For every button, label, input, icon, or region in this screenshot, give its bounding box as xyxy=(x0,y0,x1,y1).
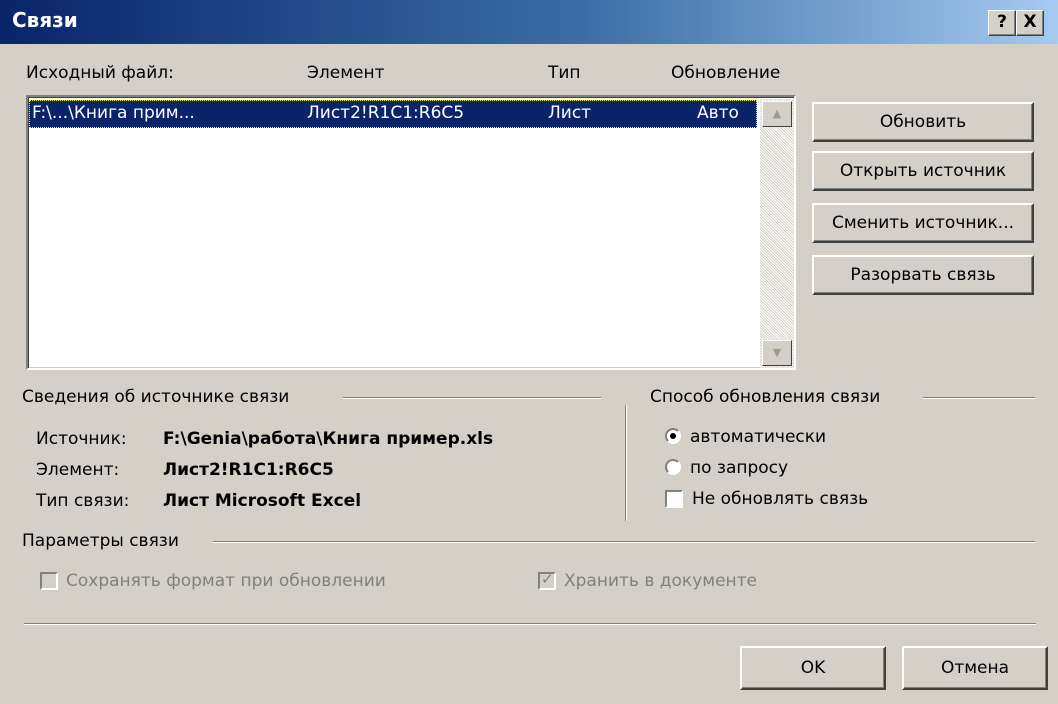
vertical-divider xyxy=(625,405,627,521)
scroll-up-icon[interactable]: ▲ xyxy=(762,101,792,127)
bottom-divider xyxy=(24,623,1036,625)
radio-manual-label[interactable]: по запросу xyxy=(690,458,788,478)
cancel-button[interactable]: Отмена xyxy=(902,646,1048,690)
preserve-format-label: Сохранять формат при обновлении xyxy=(66,571,386,591)
link-type-value: Лист Microsoft Excel xyxy=(163,491,362,511)
break-link-button[interactable]: Разорвать связь xyxy=(812,255,1034,295)
locked-checkbox[interactable] xyxy=(665,490,683,508)
open-source-button[interactable]: Открыть источник xyxy=(812,151,1034,191)
store-in-doc-checkbox[interactable]: ✓ xyxy=(538,570,556,590)
store-in-doc-label: Хранить в документе xyxy=(564,571,758,591)
element-label: Элемент: xyxy=(36,460,120,480)
radio-auto-label[interactable]: автоматически xyxy=(690,427,826,447)
ok-button[interactable]: OK xyxy=(740,646,886,690)
row-type: Лист xyxy=(548,103,592,123)
column-header-type: Тип xyxy=(548,63,581,83)
close-button[interactable]: X xyxy=(1016,10,1044,36)
title-bar xyxy=(0,0,1058,44)
locked-checkbox-label[interactable]: Не обновлять связь xyxy=(692,489,868,509)
checkmark-icon: ✓ xyxy=(541,570,554,588)
source-label: Источник: xyxy=(36,429,127,449)
links-list[interactable] xyxy=(26,95,796,370)
row-update: Авто xyxy=(697,103,739,123)
row-file: F:\...\Книга прим... xyxy=(32,103,195,123)
help-button[interactable]: ? xyxy=(988,10,1016,36)
column-header-element: Элемент xyxy=(307,63,385,83)
scroll-down-icon[interactable]: ▼ xyxy=(762,340,792,366)
source-info-divider xyxy=(343,397,601,399)
source-info-heading: Сведения об источнике связи xyxy=(22,387,290,407)
link-type-label: Тип связи: xyxy=(36,491,130,511)
preserve-format-checkbox[interactable] xyxy=(40,572,58,590)
update-button[interactable]: Обновить xyxy=(812,102,1034,142)
element-value: Лист2!R1C1:R6C5 xyxy=(163,460,334,480)
list-scrollbar[interactable] xyxy=(760,99,794,368)
radio-manual[interactable] xyxy=(665,459,681,475)
row-element: Лист2!R1C1:R6C5 xyxy=(307,103,465,123)
radio-auto[interactable] xyxy=(665,428,681,444)
source-value: F:\Genia\работа\Книга пример.xls xyxy=(163,429,494,449)
link-params-heading: Параметры связи xyxy=(22,531,179,551)
column-header-file: Исходный файл: xyxy=(26,63,174,83)
link-params-divider xyxy=(213,541,1035,543)
column-header-update: Обновление xyxy=(671,63,781,83)
update-method-heading: Способ обновления связи xyxy=(650,387,881,407)
change-source-button[interactable]: Сменить источник... xyxy=(812,203,1034,243)
update-method-divider xyxy=(923,397,1035,399)
window-title: Связи xyxy=(12,8,78,32)
